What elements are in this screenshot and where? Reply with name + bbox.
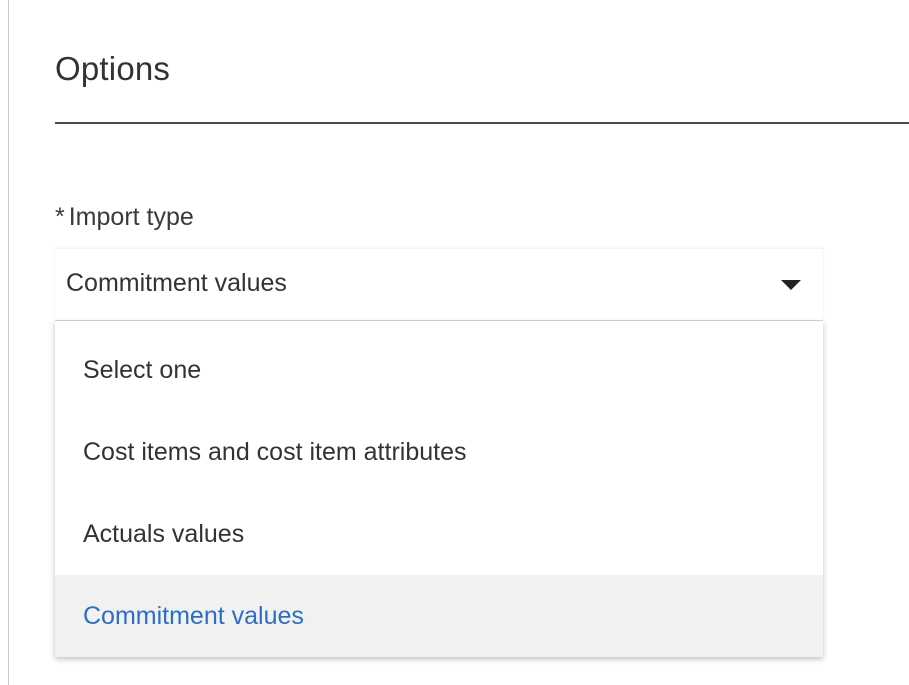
options-heading: Options — [55, 50, 171, 87]
panel-left-border — [8, 0, 9, 685]
caret-down-icon[interactable] — [781, 280, 801, 290]
option-label: Commitment values — [83, 601, 304, 630]
import-type-label-text: Import type — [68, 203, 194, 231]
import-type-dropdown-menu: Select one Cost items and cost item attr… — [55, 321, 823, 657]
option-label: Select one — [83, 355, 202, 384]
import-type-label: * Import type — [55, 203, 194, 232]
option-cost-items-and-attributes[interactable]: Cost items and cost item attributes — [55, 411, 823, 493]
option-label: Cost items and cost item attributes — [83, 437, 467, 466]
import-type-select[interactable]: Commitment values — [55, 249, 823, 321]
option-commitment-values[interactable]: Commitment values — [55, 575, 823, 657]
section-divider — [55, 122, 909, 124]
import-type-selected-value: Commitment values — [66, 269, 287, 297]
option-select-one[interactable]: Select one — [55, 329, 823, 411]
option-actuals-values[interactable]: Actuals values — [55, 493, 823, 575]
required-asterisk: * — [55, 203, 65, 231]
option-label: Actuals values — [83, 519, 245, 548]
